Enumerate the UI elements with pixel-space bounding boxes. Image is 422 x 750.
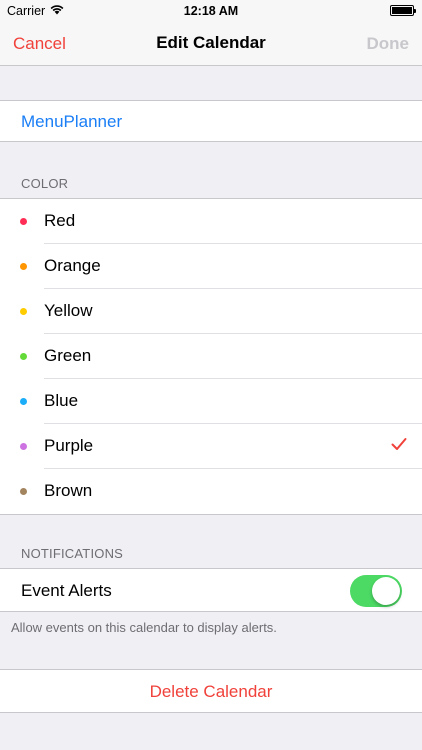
color-dot-icon bbox=[20, 218, 27, 225]
checkmark-icon bbox=[391, 438, 407, 450]
color-dot-icon bbox=[20, 263, 27, 270]
color-option-label: Brown bbox=[44, 481, 93, 500]
color-option-label: Blue bbox=[44, 391, 79, 410]
notifications-section-header: NOTIFICATIONS bbox=[21, 546, 124, 561]
status-right bbox=[390, 5, 416, 16]
event-alerts-label: Event Alerts bbox=[21, 581, 112, 600]
color-option-label: Yellow bbox=[44, 301, 93, 320]
calendar-name-field[interactable]: MenuPlanner bbox=[21, 112, 122, 132]
color-option-blue[interactable]: Blue bbox=[0, 379, 422, 424]
page-title: Edit Calendar bbox=[156, 33, 266, 52]
done-button[interactable]: Done bbox=[367, 34, 410, 54]
status-time: 12:18 AM bbox=[183, 4, 239, 18]
color-option-green[interactable]: Green bbox=[0, 334, 422, 379]
color-option-yellow[interactable]: Yellow bbox=[0, 289, 422, 334]
color-option-purple[interactable]: Purple bbox=[0, 424, 422, 469]
color-option-red[interactable]: Red bbox=[0, 199, 422, 244]
toggle-knob bbox=[372, 577, 400, 605]
color-option-label: Orange bbox=[44, 256, 101, 275]
event-alerts-toggle[interactable] bbox=[350, 575, 402, 607]
delete-calendar-button[interactable]: Delete Calendar bbox=[0, 682, 422, 702]
color-dot-icon bbox=[20, 488, 27, 495]
event-alerts-footer: Allow events on this calendar to display… bbox=[11, 620, 277, 635]
color-dot-icon bbox=[20, 353, 27, 360]
color-list: Red Orange Yellow Green Blue Purple Brown bbox=[0, 198, 422, 515]
color-dot-icon bbox=[20, 398, 27, 405]
calendar-name-row[interactable]: MenuPlanner bbox=[0, 100, 422, 142]
color-option-label: Purple bbox=[44, 436, 94, 455]
color-section-header: COLOR bbox=[21, 176, 69, 191]
navigation-bar: Cancel Edit Calendar Done bbox=[0, 22, 422, 66]
color-option-label: Green bbox=[44, 346, 92, 365]
color-dot-icon bbox=[20, 443, 27, 450]
status-bar: Carrier 12:18 AM bbox=[0, 0, 422, 22]
battery-icon bbox=[390, 5, 416, 16]
color-option-label: Red bbox=[44, 211, 76, 230]
color-dot-icon bbox=[20, 308, 27, 315]
delete-calendar-row[interactable]: Delete Calendar bbox=[0, 669, 422, 713]
event-alerts-row: Event Alerts bbox=[0, 568, 422, 612]
color-option-brown[interactable]: Brown bbox=[0, 469, 422, 514]
color-option-orange[interactable]: Orange bbox=[0, 244, 422, 289]
